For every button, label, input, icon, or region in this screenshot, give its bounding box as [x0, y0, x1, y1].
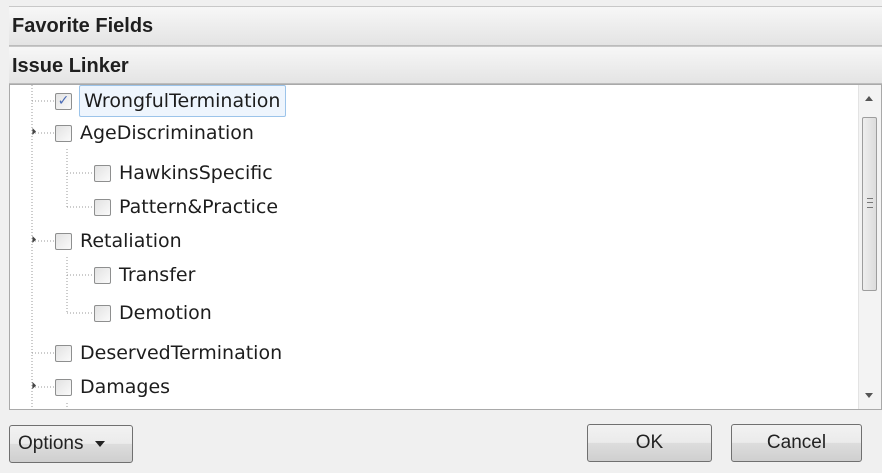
tree-item-label: Demotion [119, 302, 212, 324]
tree-item-wrongful-termination[interactable]: ✓ WrongfulTermination [55, 85, 287, 117]
chevron-down-icon [95, 441, 106, 447]
tree-item-pattern-practice[interactable]: Pattern&Practice [94, 191, 278, 223]
checkbox[interactable] [55, 378, 72, 396]
grip-icon [867, 198, 873, 208]
tree-item-label: HawkinsSpecific [119, 162, 273, 184]
scrollbar-thumb[interactable] [862, 117, 877, 291]
tree-item-label: DeservedTermination [80, 342, 283, 364]
checkbox[interactable] [55, 344, 72, 362]
tree-item-demotion[interactable]: Demotion [94, 297, 212, 329]
checkbox[interactable] [94, 304, 111, 322]
cancel-button-label: Cancel [766, 432, 827, 453]
scroll-down-arrow-icon[interactable] [865, 393, 873, 398]
checkbox[interactable] [94, 266, 111, 284]
checkbox[interactable]: ✓ [55, 92, 72, 110]
tree-item-label: AgeDiscrimination [80, 122, 254, 144]
favorite-fields-header[interactable]: Favorite Fields [9, 6, 882, 46]
tree-item-label: WrongfulTermination [79, 85, 287, 117]
issue-tree[interactable]: ✓ WrongfulTermination AgeDiscrimination … [9, 84, 882, 410]
tree-item-age-discrimination[interactable]: AgeDiscrimination [55, 117, 254, 149]
cancel-button[interactable]: Cancel [731, 424, 862, 462]
options-button-label: Options [18, 433, 84, 454]
tree-item-label: Retaliation [80, 230, 182, 252]
checkbox[interactable] [94, 164, 111, 182]
tree-item-hawkins-specific[interactable]: HawkinsSpecific [94, 157, 273, 189]
tree-item-transfer[interactable]: Transfer [94, 259, 195, 291]
tree-item-label: Damages [80, 376, 171, 398]
scroll-up-arrow-icon[interactable] [865, 96, 873, 101]
tree-item-deserved-termination[interactable]: DeservedTermination [55, 337, 282, 369]
checkbox[interactable] [55, 124, 72, 142]
checkbox[interactable] [94, 198, 111, 216]
checkmark-icon: ✓ [57, 93, 70, 109]
tree-item-retaliation[interactable]: Retaliation [55, 225, 182, 257]
tree-item-damages[interactable]: Damages [55, 371, 170, 403]
issue-linker-header[interactable]: Issue Linker [9, 46, 882, 84]
options-button[interactable]: Options [9, 425, 133, 463]
favorite-fields-label: Favorite Fields [12, 15, 154, 37]
tree-item-label: Pattern&Practice [119, 196, 279, 218]
tree-item-label: Transfer [119, 264, 196, 286]
issue-linker-label: Issue Linker [12, 55, 129, 77]
ok-button-label: OK [635, 432, 664, 453]
ok-button[interactable]: OK [587, 424, 712, 462]
vertical-scrollbar[interactable] [858, 85, 881, 409]
checkbox[interactable] [55, 232, 72, 250]
